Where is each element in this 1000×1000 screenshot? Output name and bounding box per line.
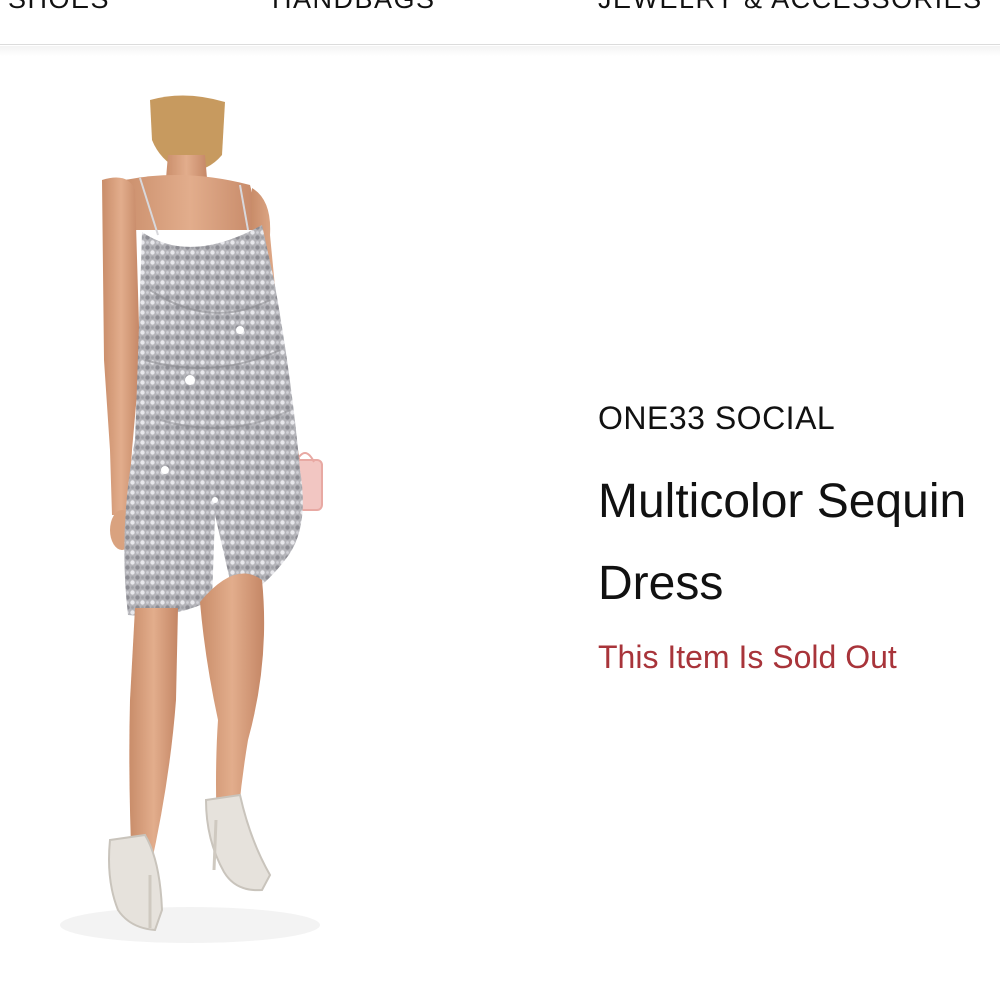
product-image[interactable] <box>0 60 560 1000</box>
nav-shadow <box>0 46 1000 56</box>
sold-out-status: This Item Is Sold Out <box>598 639 897 675</box>
product-title-line-2: Dress <box>598 557 724 610</box>
product-title-line-1: Multicolor Sequin <box>598 475 967 528</box>
nav-item-handbags[interactable]: HANDBAGS <box>272 0 436 15</box>
nav-item-jewelry-accessories[interactable]: JEWELRY & ACCESSORIES <box>598 0 983 15</box>
product-title: Multicolor Sequin Dress <box>598 461 1000 625</box>
brand-name[interactable]: ONE33 SOCIAL <box>598 400 1000 437</box>
nav-item-shoes[interactable]: SHOES <box>8 0 110 15</box>
product-info: ONE33 SOCIAL Multicolor Sequin Dress Thi… <box>598 400 1000 676</box>
top-navigation: SHOES HANDBAGS JEWELRY & ACCESSORIES <box>0 0 1000 45</box>
